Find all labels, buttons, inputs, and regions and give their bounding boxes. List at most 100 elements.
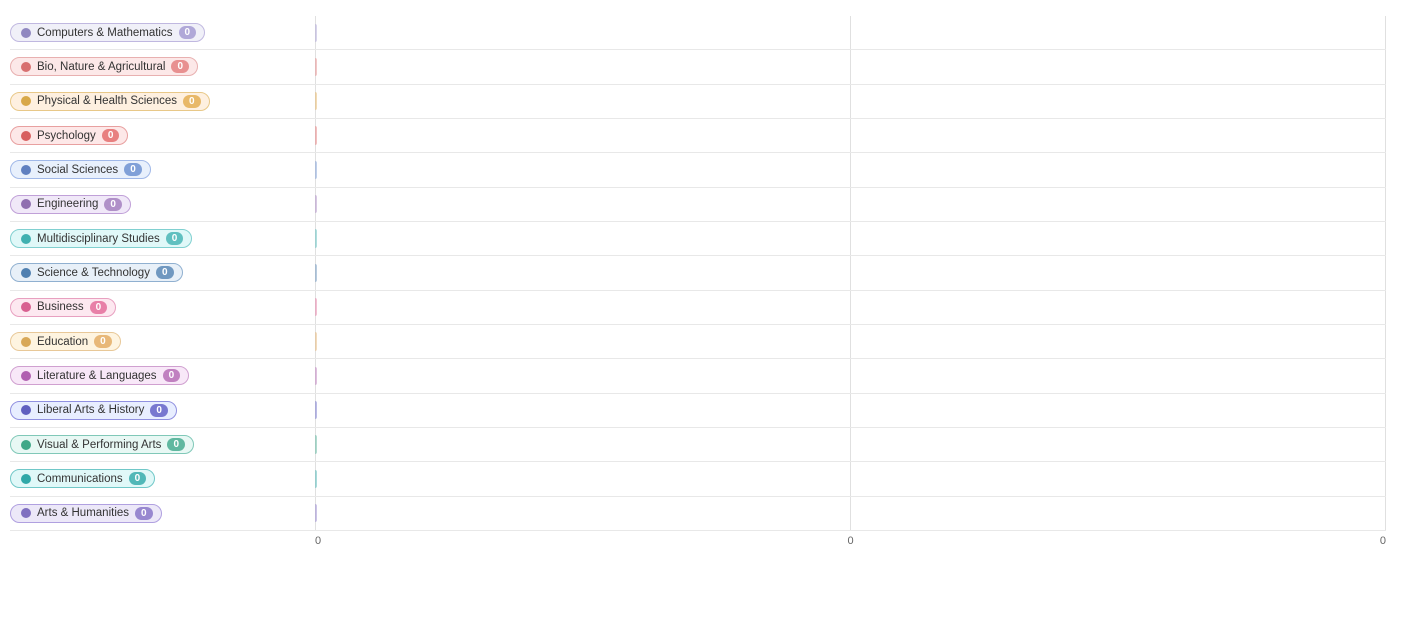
- bar-dot-icon: [21, 337, 31, 347]
- bar-label-area: Engineering 0: [10, 195, 315, 214]
- bar-row: Bio, Nature & Agricultural0: [10, 50, 1386, 84]
- x-axis-label-0: 0: [315, 535, 321, 547]
- bar-label: Liberal Arts & History: [37, 404, 144, 416]
- bar-pill: Education0: [10, 332, 121, 351]
- bar-label: Arts & Humanities: [37, 507, 129, 519]
- bar-row: Computers & Mathematics0: [10, 16, 1386, 50]
- bar-track: [315, 153, 1386, 186]
- bar-label-area: Psychology0: [10, 126, 315, 145]
- bar-track: [315, 394, 1386, 427]
- bar-track: [315, 291, 1386, 324]
- bar-label: Science & Technology: [37, 267, 150, 279]
- bar-value-badge: 0: [163, 369, 181, 382]
- bar-row: Arts & Humanities 0: [10, 497, 1386, 531]
- bars-section: Computers & Mathematics0Bio, Nature & Ag…: [10, 16, 1386, 531]
- bar-pill: Computers & Mathematics0: [10, 23, 205, 42]
- bar-label: Visual & Performing Arts: [37, 439, 161, 451]
- bar-track: [315, 119, 1386, 152]
- bar-pill: Science & Technology 0: [10, 263, 183, 282]
- bar-pill: Liberal Arts & History 0: [10, 401, 177, 420]
- bar-dot-icon: [21, 62, 31, 72]
- bar-track: [315, 462, 1386, 495]
- bar-dot-icon: [21, 268, 31, 278]
- bar-track: [315, 16, 1386, 49]
- bar-row: Engineering 0: [10, 188, 1386, 222]
- chart-container: Computers & Mathematics0Bio, Nature & Ag…: [0, 0, 1406, 631]
- bar-value-badge: 0: [94, 335, 112, 348]
- bar-track: [315, 256, 1386, 289]
- bar-pill: Arts & Humanities 0: [10, 504, 162, 523]
- bar-pill: Social Sciences0: [10, 160, 151, 179]
- bar-label-area: Education0: [10, 332, 315, 351]
- bar-label-area: Computers & Mathematics0: [10, 23, 315, 42]
- bar-track: [315, 188, 1386, 221]
- bar-pill: Visual & Performing Arts 0: [10, 435, 194, 454]
- bar-label-area: Social Sciences0: [10, 160, 315, 179]
- bar-dot-icon: [21, 28, 31, 38]
- bar-dot-icon: [21, 131, 31, 141]
- bar-pill: Literature & Languages 0: [10, 366, 189, 385]
- bar-pill: Communications 0: [10, 469, 155, 488]
- bar-label: Communications: [37, 473, 123, 485]
- bar-segment: [315, 58, 317, 76]
- bar-label-area: Communications 0: [10, 469, 315, 488]
- bar-segment: [315, 229, 317, 247]
- bar-value-badge: 0: [167, 438, 185, 451]
- bar-pill: Multidisciplinary Studies0: [10, 229, 192, 248]
- bar-track: [315, 50, 1386, 83]
- bar-dot-icon: [21, 302, 31, 312]
- chart-area: Computers & Mathematics0Bio, Nature & Ag…: [10, 16, 1386, 547]
- bar-segment: [315, 161, 317, 179]
- bar-label: Business: [37, 301, 84, 313]
- bar-label-area: Visual & Performing Arts 0: [10, 435, 315, 454]
- bar-row: Liberal Arts & History 0: [10, 394, 1386, 428]
- bar-value-badge: 0: [166, 232, 184, 245]
- bar-segment: [315, 264, 317, 282]
- bar-track: [315, 497, 1386, 530]
- bar-value-badge: 0: [135, 507, 153, 520]
- bar-segment: [315, 126, 317, 144]
- bar-dot-icon: [21, 96, 31, 106]
- bar-value-badge: 0: [90, 301, 108, 314]
- bar-row: Business 0: [10, 291, 1386, 325]
- bar-track: [315, 222, 1386, 255]
- bar-label-area: Bio, Nature & Agricultural0: [10, 57, 315, 76]
- bar-row: Physical & Health Sciences0: [10, 85, 1386, 119]
- bar-segment: [315, 367, 317, 385]
- bar-segment: [315, 435, 317, 453]
- bar-pill: Engineering 0: [10, 195, 131, 214]
- bar-value-badge: 0: [150, 404, 168, 417]
- bar-segment: [315, 332, 317, 350]
- x-axis-label-2: 0: [1380, 535, 1386, 547]
- bar-value-badge: 0: [156, 266, 174, 279]
- bar-label-area: Literature & Languages 0: [10, 366, 315, 385]
- bar-label: Psychology: [37, 130, 96, 142]
- bar-row: Psychology0: [10, 119, 1386, 153]
- bar-label: Computers & Mathematics: [37, 27, 173, 39]
- bar-track: [315, 428, 1386, 461]
- bar-value-badge: 0: [104, 198, 122, 211]
- bar-dot-icon: [21, 405, 31, 415]
- bar-dot-icon: [21, 234, 31, 244]
- bar-label: Physical & Health Sciences: [37, 95, 177, 107]
- bar-track: [315, 325, 1386, 358]
- x-axis-labels: 0 0 0: [315, 535, 1386, 547]
- bar-segment: [315, 401, 317, 419]
- x-axis-label-1: 0: [847, 535, 853, 547]
- bar-row: Multidisciplinary Studies0: [10, 222, 1386, 256]
- bar-label: Bio, Nature & Agricultural: [37, 61, 165, 73]
- bar-segment: [315, 298, 317, 316]
- bar-row: Science & Technology 0: [10, 256, 1386, 290]
- bar-segment: [315, 195, 317, 213]
- bar-value-badge: 0: [124, 163, 142, 176]
- bar-pill: Business 0: [10, 298, 116, 317]
- bar-track: [315, 85, 1386, 118]
- bar-label-area: Multidisciplinary Studies0: [10, 229, 315, 248]
- bar-label-area: Science & Technology 0: [10, 263, 315, 282]
- bar-label: Engineering: [37, 198, 98, 210]
- bar-value-badge: 0: [129, 472, 147, 485]
- bar-label: Literature & Languages: [37, 370, 157, 382]
- bar-dot-icon: [21, 508, 31, 518]
- bar-dot-icon: [21, 371, 31, 381]
- bar-row: Visual & Performing Arts 0: [10, 428, 1386, 462]
